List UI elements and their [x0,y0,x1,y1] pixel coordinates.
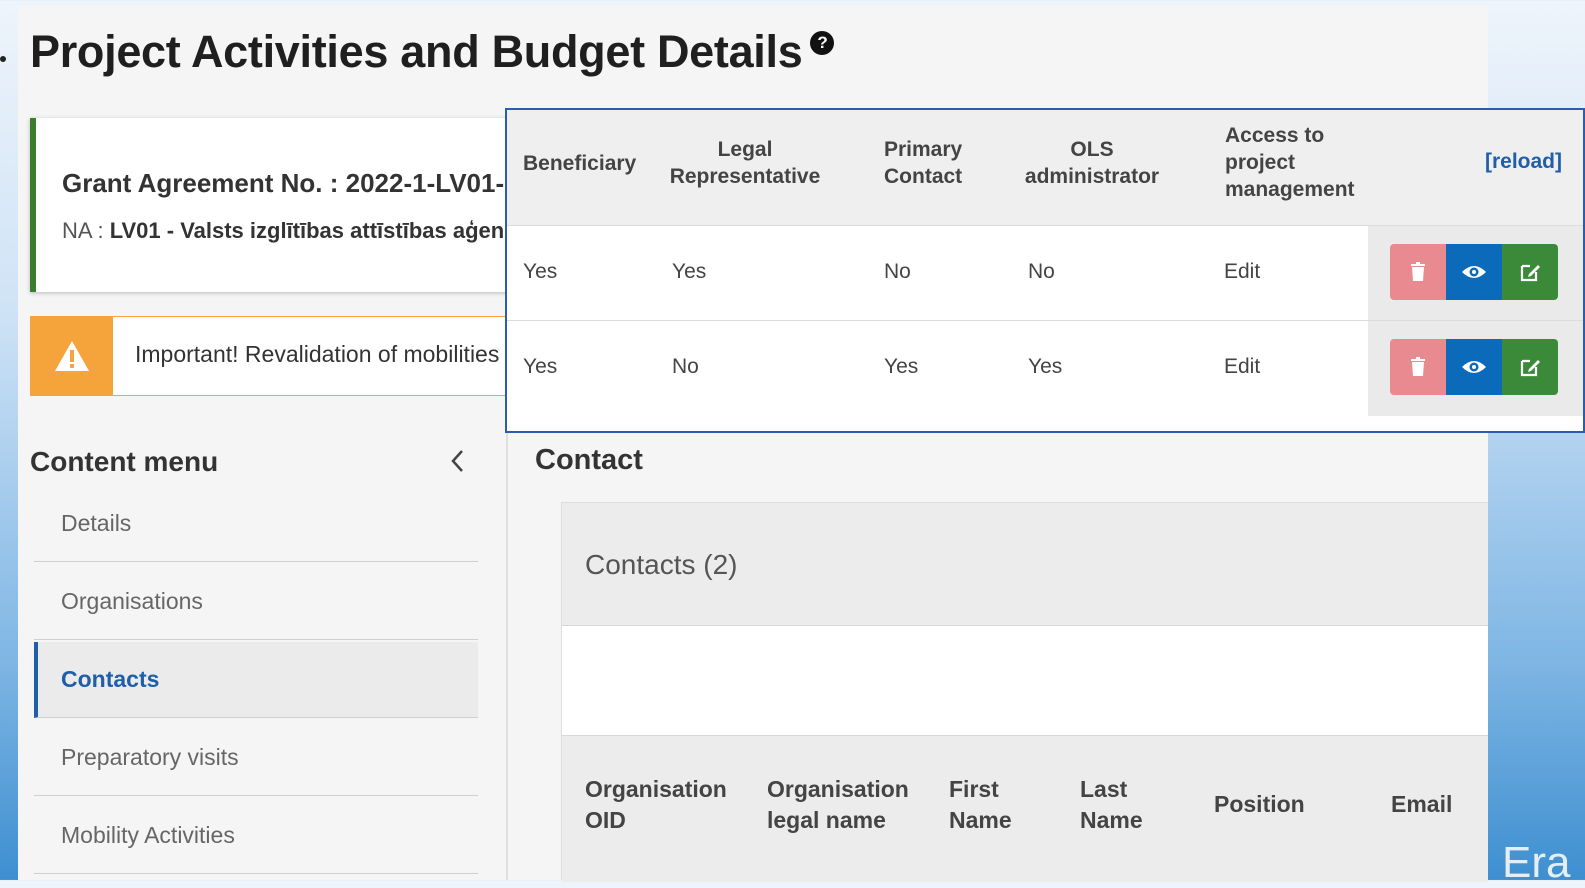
cell-ols-administrator: No [1028,260,1055,283]
page-title: Project Activities and Budget Details ? [30,26,835,78]
na-value: LV01 - Valsts izglītības attīstības aģen [109,218,505,243]
row-actions [1368,226,1583,321]
column-header-last-name[interactable]: Last Name [1080,774,1170,836]
cell-legal-representative: No [672,355,699,378]
column-header-organisation-oid[interactable]: Organisation OID [585,774,735,836]
edit-icon [1520,359,1540,377]
view-button[interactable] [1446,339,1502,395]
menu-item-label: Contacts [61,666,160,692]
eye-icon [1462,266,1486,278]
eye-icon [1462,361,1486,373]
column-header-beneficiary[interactable]: Beneficiary [523,150,636,177]
view-button[interactable] [1446,244,1502,300]
contacts-panel: Contacts (2) Organisation OID Organisati… [561,502,1488,882]
cell-beneficiary: Yes [523,260,558,283]
column-header-first-name[interactable]: First Name [949,774,1039,836]
menu-item-label: Details [61,510,132,536]
cell-legal-representative: Yes [672,260,707,283]
cell-primary-contact: No [884,260,911,283]
contact-roles-table: Beneficiary Legal Representative Primary… [505,108,1585,433]
table-row: Yes No Yes Yes Edit [507,320,1583,416]
edit-icon [1520,264,1540,282]
national-agency-line: NA : LV01 - Valsts izglītības attīstības… [62,218,504,244]
row-actions [1368,321,1583,416]
menu-item-label: Preparatory visits [61,744,239,770]
warning-triangle-icon [31,317,113,395]
trash-icon [1411,357,1425,376]
alert-text: Important! Revalidation of mobilities [135,341,500,367]
na-prefix: NA : [62,218,110,243]
column-header-organisation-legal-name[interactable]: Organisation legal name [767,774,917,836]
menu-item-label: Mobility Activities [61,822,235,848]
cell-access: Edit [1224,260,1261,283]
menu-item-mobility-activities[interactable]: Mobility Activities [34,798,478,874]
roles-table-header: Beneficiary Legal Representative Primary… [507,110,1583,225]
trash-icon [1411,262,1425,281]
contacts-table-header: Organisation OID Organisation legal name… [562,735,1488,882]
menu-item-contacts[interactable]: Contacts [34,642,478,718]
cell-ols-administrator: Yes [1028,355,1063,378]
contacts-count: Contacts (2) [585,549,738,580]
column-header-primary-contact[interactable]: Primary Contact [884,136,974,190]
contacts-panel-header: Contacts (2) [562,503,1488,626]
delete-button[interactable] [1390,244,1446,300]
column-header-ols-administrator[interactable]: OLS administrator [1022,136,1162,190]
column-header-access-to-project-management[interactable]: Access to project management [1225,122,1365,203]
grant-agreement-card: Grant Agreement No. : 2022-1-LV01-K NA :… [30,118,556,292]
vertical-divider [506,430,508,880]
column-header-position[interactable]: Position [1214,789,1305,820]
cell-access: Edit [1224,355,1261,378]
menu-item-preparatory-visits[interactable]: Preparatory visits [34,720,478,796]
column-header-email[interactable]: Email [1391,789,1452,820]
cell-beneficiary: Yes [523,355,558,378]
grant-agreement-number: Grant Agreement No. : 2022-1-LV01-K [62,168,523,198]
reload-link[interactable]: [reload] [1485,150,1562,174]
edit-button[interactable] [1502,339,1558,395]
page-title-text: Project Activities and Budget Details [30,26,803,77]
edit-button[interactable] [1502,244,1558,300]
menu-item-organisations[interactable]: Organisations [34,564,478,640]
chevron-left-icon[interactable] [448,446,466,484]
bullet-marker [0,56,6,62]
table-row: Yes Yes No No Edit [507,225,1583,321]
contact-section-title: Contact [535,444,643,476]
revalidation-alert: Important! Revalidation of mobilities [30,316,550,396]
menu-item-label: Organisations [61,588,203,614]
column-header-legal-representative[interactable]: Legal Representative [665,136,825,190]
background-text: Era [1502,838,1571,887]
content-menu-title: Content menu [30,446,219,477]
question-circle-icon[interactable]: ? [810,31,835,55]
delete-button[interactable] [1390,339,1446,395]
cell-primary-contact: Yes [884,355,919,378]
menu-item-details[interactable]: Details [34,486,478,562]
